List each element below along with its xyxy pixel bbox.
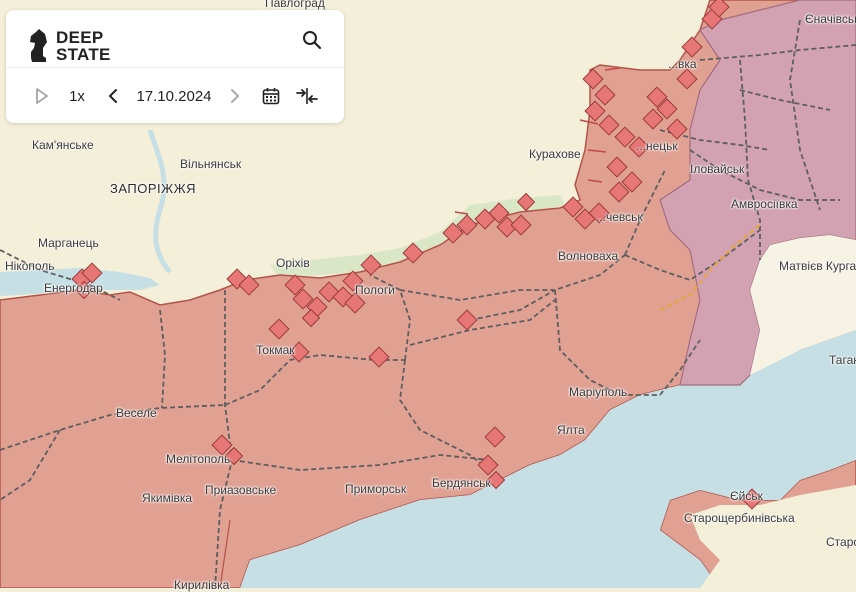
play-button[interactable] (30, 84, 54, 108)
place-vilniansk: Вільнянськ (180, 157, 242, 171)
place-enerhodar: Енергодар (44, 281, 103, 295)
place-matviiv-kurhan: Матвієв Курган (779, 259, 856, 273)
panel-divider (6, 67, 344, 68)
speed-toggle[interactable]: 1x (64, 84, 90, 108)
knight-logo-icon (30, 29, 47, 62)
place-orikhiv: Оріхів (276, 256, 310, 270)
logo-line2: STATE (56, 45, 111, 64)
place-kamianske: Кам'янське (32, 138, 94, 152)
deepstate-logo[interactable]: DEEP STATE (28, 28, 111, 64)
place-ilovaisk: Іловайськ (690, 162, 745, 176)
calendar-icon (262, 88, 280, 105)
collapse-arrows-icon (296, 88, 318, 104)
place-tokmak: Токмак (256, 343, 295, 357)
place-yakymivka: Якимівка (142, 491, 193, 505)
place-polohy: Пологи (355, 283, 395, 297)
place-berdiansk: Бердянськ (432, 476, 491, 490)
place-kurakhove: Курахове (529, 147, 581, 161)
place-vesele: Веселе (116, 406, 157, 420)
place-yenakiieve: Єначівськ (805, 12, 856, 26)
place-bakhmut: ...вка (668, 57, 697, 71)
place-donetsk-part: ...нецьк (636, 139, 678, 153)
next-date-button[interactable] (224, 84, 246, 108)
place-pavlohrad: Павлоград (265, 0, 325, 10)
place-starotsherbynivska: Старощербинівська (684, 511, 795, 525)
place-chasiv: ...чевськ (596, 210, 643, 224)
place-kyrylivka: Кирилівка (174, 578, 230, 592)
place-zaporizhzhia: ЗАПОРІЖЖЯ (110, 181, 197, 196)
play-icon (36, 88, 48, 104)
chevron-right-icon (231, 89, 239, 103)
control-panel: DEEP STATE 1x 17.10.2024 (6, 10, 344, 123)
current-date[interactable]: 17.10.2024 (132, 84, 216, 108)
search-button[interactable] (298, 26, 326, 54)
place-volnovakha: Волноваха (558, 249, 619, 263)
place-amvrosiivka: Амвросіївка (731, 197, 798, 211)
place-prymorsk: Приморськ (345, 482, 407, 496)
prev-date-button[interactable] (102, 84, 124, 108)
place-pryazovske: Приазовське (205, 483, 277, 497)
chevron-left-icon (109, 89, 117, 103)
place-taganrog: Таганрог (829, 353, 856, 367)
search-icon (303, 31, 322, 50)
place-staro: Старо (826, 535, 856, 549)
calendar-button[interactable] (258, 84, 284, 108)
place-mariupol: Маріуполь (569, 385, 628, 399)
place-yeisk: Єйськ (730, 489, 763, 503)
place-yalta: Ялта (557, 423, 585, 437)
place-marhanets: Марганець (38, 236, 99, 250)
logo-line1: DEEP (56, 28, 104, 47)
place-melitopol: Мелітополь (166, 452, 231, 466)
compare-button[interactable] (294, 84, 320, 108)
place-nikopol: Нікополь (5, 259, 55, 273)
